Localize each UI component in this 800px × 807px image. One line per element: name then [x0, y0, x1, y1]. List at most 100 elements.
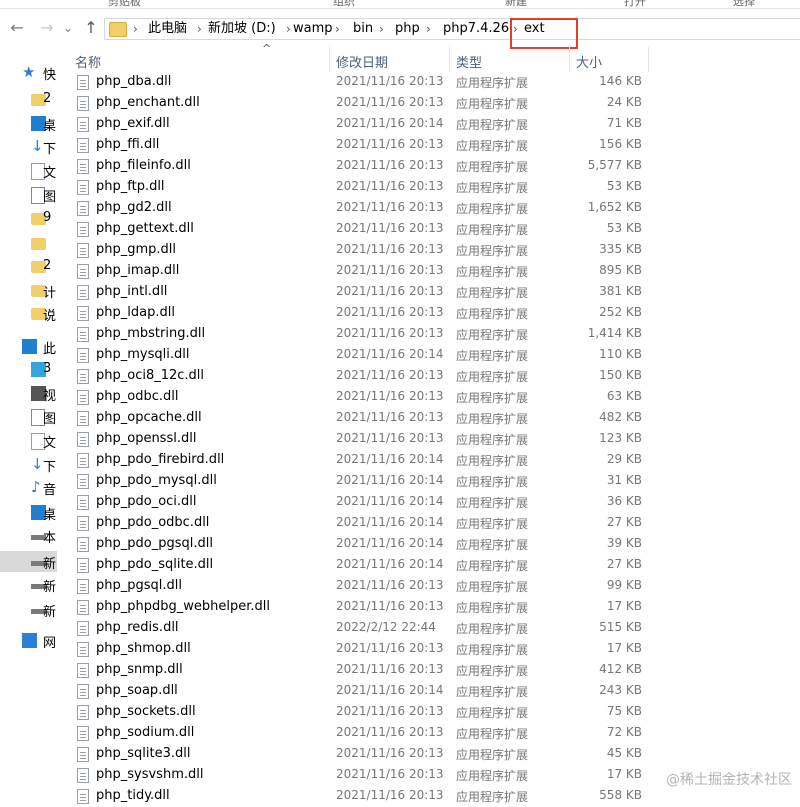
sidebar-item[interactable]: ↓ 下	[0, 454, 57, 476]
file-row[interactable]: php_gd2.dll 2021/11/16 20:13 应用程序扩展 1,652 K…	[67, 198, 800, 219]
column-divider[interactable]	[329, 47, 330, 72]
recent-locations-dropdown-icon[interactable]: ⌄	[61, 17, 75, 39]
sidebar-item[interactable]: 视	[0, 383, 57, 404]
file-row[interactable]: php_gettext.dll 2021/11/16 20:13 应用程序扩展 53 …	[67, 219, 800, 240]
sidebar-item[interactable]: 文	[0, 160, 57, 181]
file-name: php_pdo_oci.dll	[96, 494, 197, 509]
sidebar-item[interactable]: 9	[0, 208, 57, 229]
file-row[interactable]: php_sodium.dll 2021/11/16 20:13 应用程序扩展 72 K…	[67, 723, 800, 744]
column-divider[interactable]	[569, 47, 570, 72]
file-name: php_oci8_12c.dll	[96, 368, 205, 383]
column-divider[interactable]	[449, 47, 450, 72]
file-row[interactable]: php_ffi.dll 2021/11/16 20:13 应用程序扩展 156 KB	[67, 135, 800, 156]
sidebar-item[interactable]: 计	[0, 280, 57, 301]
sidebar-item[interactable]: 说	[0, 303, 57, 324]
back-icon[interactable]: ←	[6, 17, 28, 39]
file-size: 1,414 KB	[587, 326, 642, 340]
file-row[interactable]: php_mysqli.dll 2021/11/16 20:14 应用程序扩展 110 …	[67, 345, 800, 366]
dll-file-icon	[77, 138, 89, 153]
file-row[interactable]: php_sqlite3.dll 2021/11/16 20:13 应用程序扩展 45 …	[67, 744, 800, 765]
file-date-modified: 2021/11/16 20:14	[336, 347, 444, 361]
file-row[interactable]: php_pdo_mysql.dll 2021/11/16 20:14 应用程序扩展 3…	[67, 471, 800, 492]
file-row[interactable]: php_soap.dll 2021/11/16 20:14 应用程序扩展 243 KB	[67, 681, 800, 702]
sidebar-item[interactable]: ♪ 音	[0, 477, 57, 499]
breadcrumb-separator[interactable]: ›	[426, 21, 431, 37]
file-row[interactable]: php_shmop.dll 2021/11/16 20:13 应用程序扩展 17 KB	[67, 639, 800, 660]
sidebar-item[interactable]: 网	[0, 630, 57, 651]
sidebar-item[interactable]: 桌	[0, 113, 57, 134]
file-row[interactable]: php_openssl.dll 2021/11/16 20:13 应用程序扩展 123…	[67, 429, 800, 450]
column-divider[interactable]	[648, 47, 649, 72]
file-type: 应用程序扩展	[456, 181, 529, 195]
sidebar-item[interactable]: 3	[0, 359, 57, 380]
file-row[interactable]: php_pdo_firebird.dll 2021/11/16 20:14 应用程序…	[67, 450, 800, 471]
file-row[interactable]: php_gmp.dll 2021/11/16 20:13 应用程序扩展 335 KB	[67, 240, 800, 261]
column-size[interactable]: 大小	[576, 52, 602, 71]
sidebar-item[interactable]: 图	[0, 406, 57, 427]
file-type: 应用程序扩展	[456, 370, 529, 384]
sidebar-item[interactable]: ★ 快	[0, 62, 57, 84]
file-type: 应用程序扩展	[456, 643, 529, 657]
file-row[interactable]: php_dba.dll 2021/11/16 20:13 应用程序扩展 146 KB	[67, 72, 800, 93]
file-row[interactable]: php_pgsql.dll 2021/11/16 20:13 应用程序扩展 99 KB	[67, 576, 800, 597]
breadcrumb-drive-d[interactable]: 新加坡 (D:)	[208, 21, 276, 37]
column-name[interactable]: 名称	[75, 52, 101, 71]
file-row[interactable]: php_enchant.dll 2021/11/16 20:13 应用程序扩展 24 …	[67, 93, 800, 114]
breadcrumb-separator[interactable]: ›	[133, 21, 138, 37]
sidebar-item[interactable]: 此	[0, 336, 57, 357]
file-row[interactable]: php_intl.dll 2021/11/16 20:13 应用程序扩展 381 KB	[67, 282, 800, 303]
file-row[interactable]: php_pdo_pgsql.dll 2021/11/16 20:14 应用程序扩展 3…	[67, 534, 800, 555]
sidebar-item[interactable]: 桌	[0, 502, 57, 523]
breadcrumb-separator[interactable]: ›	[286, 21, 291, 37]
breadcrumb-separator[interactable]: ›	[197, 21, 202, 37]
file-row[interactable]: php_ftp.dll 2021/11/16 20:13 应用程序扩展 53 KB	[67, 177, 800, 198]
file-type: 应用程序扩展	[456, 685, 529, 699]
sidebar-item[interactable]: 新	[0, 599, 57, 620]
forward-icon[interactable]: →	[36, 17, 58, 39]
sidebar-item-label: 快	[43, 68, 57, 83]
sidebar-item[interactable]: 文	[0, 430, 57, 451]
file-row[interactable]: php_opcache.dll 2021/11/16 20:13 应用程序扩展 482…	[67, 408, 800, 429]
file-row[interactable]: php_oci8_12c.dll 2021/11/16 20:13 应用程序扩展 15…	[67, 366, 800, 387]
file-row[interactable]: php_pdo_oci.dll 2021/11/16 20:14 应用程序扩展 36 …	[67, 492, 800, 513]
dll-file-icon	[77, 516, 89, 531]
breadcrumb-php[interactable]: php	[395, 21, 420, 37]
dll-file-icon	[77, 306, 89, 321]
file-row[interactable]: php_imap.dll 2021/11/16 20:13 应用程序扩展 895 KB	[67, 261, 800, 282]
file-row[interactable]: php_pdo_sqlite.dll 2021/11/16 20:14 应用程序扩展…	[67, 555, 800, 576]
column-date-modified[interactable]: 修改日期	[336, 52, 388, 71]
breadcrumb-separator[interactable]: ›	[335, 21, 340, 37]
file-row[interactable]: php_phpdbg_webhelper.dll 2021/11/16 20:13…	[67, 597, 800, 618]
sidebar-item[interactable]: 新	[0, 574, 57, 595]
address-bar[interactable]: › 此电脑 › 新加坡 (D:) › wamp › bin › php › ph…	[104, 18, 800, 40]
up-icon[interactable]: ↑	[80, 17, 102, 39]
sidebar-item[interactable]: 图	[0, 184, 57, 205]
sort-ascending-icon: ^	[262, 42, 272, 55]
sidebar-item[interactable]: ↓ 下	[0, 136, 57, 158]
file-row[interactable]: php_pdo_odbc.dll 2021/11/16 20:14 应用程序扩展 27…	[67, 513, 800, 534]
breadcrumb-bin[interactable]: bin	[353, 21, 373, 37]
file-row[interactable]: php_sockets.dll 2021/11/16 20:13 应用程序扩展 75 …	[67, 702, 800, 723]
file-date-modified: 2021/11/16 20:13	[336, 263, 444, 277]
breadcrumb-separator[interactable]: ›	[379, 21, 384, 37]
file-row[interactable]: php_snmp.dll 2021/11/16 20:13 应用程序扩展 412 KB	[67, 660, 800, 681]
file-size: 156 KB	[599, 137, 642, 151]
breadcrumb-this-pc[interactable]: 此电脑	[148, 21, 187, 37]
file-type: 应用程序扩展	[456, 160, 529, 174]
file-row[interactable]: php_mbstring.dll 2021/11/16 20:13 应用程序扩展 1,…	[67, 324, 800, 345]
sidebar-item[interactable]: 2	[0, 256, 57, 277]
file-row[interactable]: php_ldap.dll 2021/11/16 20:13 应用程序扩展 252 KB	[67, 303, 800, 324]
sidebar-item[interactable]: 本	[0, 525, 57, 546]
sidebar-item[interactable]: 2	[0, 89, 57, 110]
sidebar-item[interactable]: 新	[0, 551, 57, 572]
file-row[interactable]: php_odbc.dll 2021/11/16 20:13 应用程序扩展 63 KB	[67, 387, 800, 408]
file-row[interactable]: php_exif.dll 2021/11/16 20:14 应用程序扩展 71 KB	[67, 114, 800, 135]
breadcrumb-wamp[interactable]: wamp	[293, 21, 333, 37]
sidebar-item[interactable]	[0, 233, 57, 254]
star-icon: ★	[22, 63, 36, 81]
file-row[interactable]: php_fileinfo.dll 2021/11/16 20:13 应用程序扩展 5,…	[67, 156, 800, 177]
column-type[interactable]: 类型	[456, 52, 482, 71]
file-row[interactable]: php_redis.dll 2022/2/12 22:44 应用程序扩展 515 KB	[67, 618, 800, 639]
file-type: 应用程序扩展	[456, 244, 529, 258]
breadcrumb-php7-4-26[interactable]: php7.4.26	[443, 21, 509, 37]
